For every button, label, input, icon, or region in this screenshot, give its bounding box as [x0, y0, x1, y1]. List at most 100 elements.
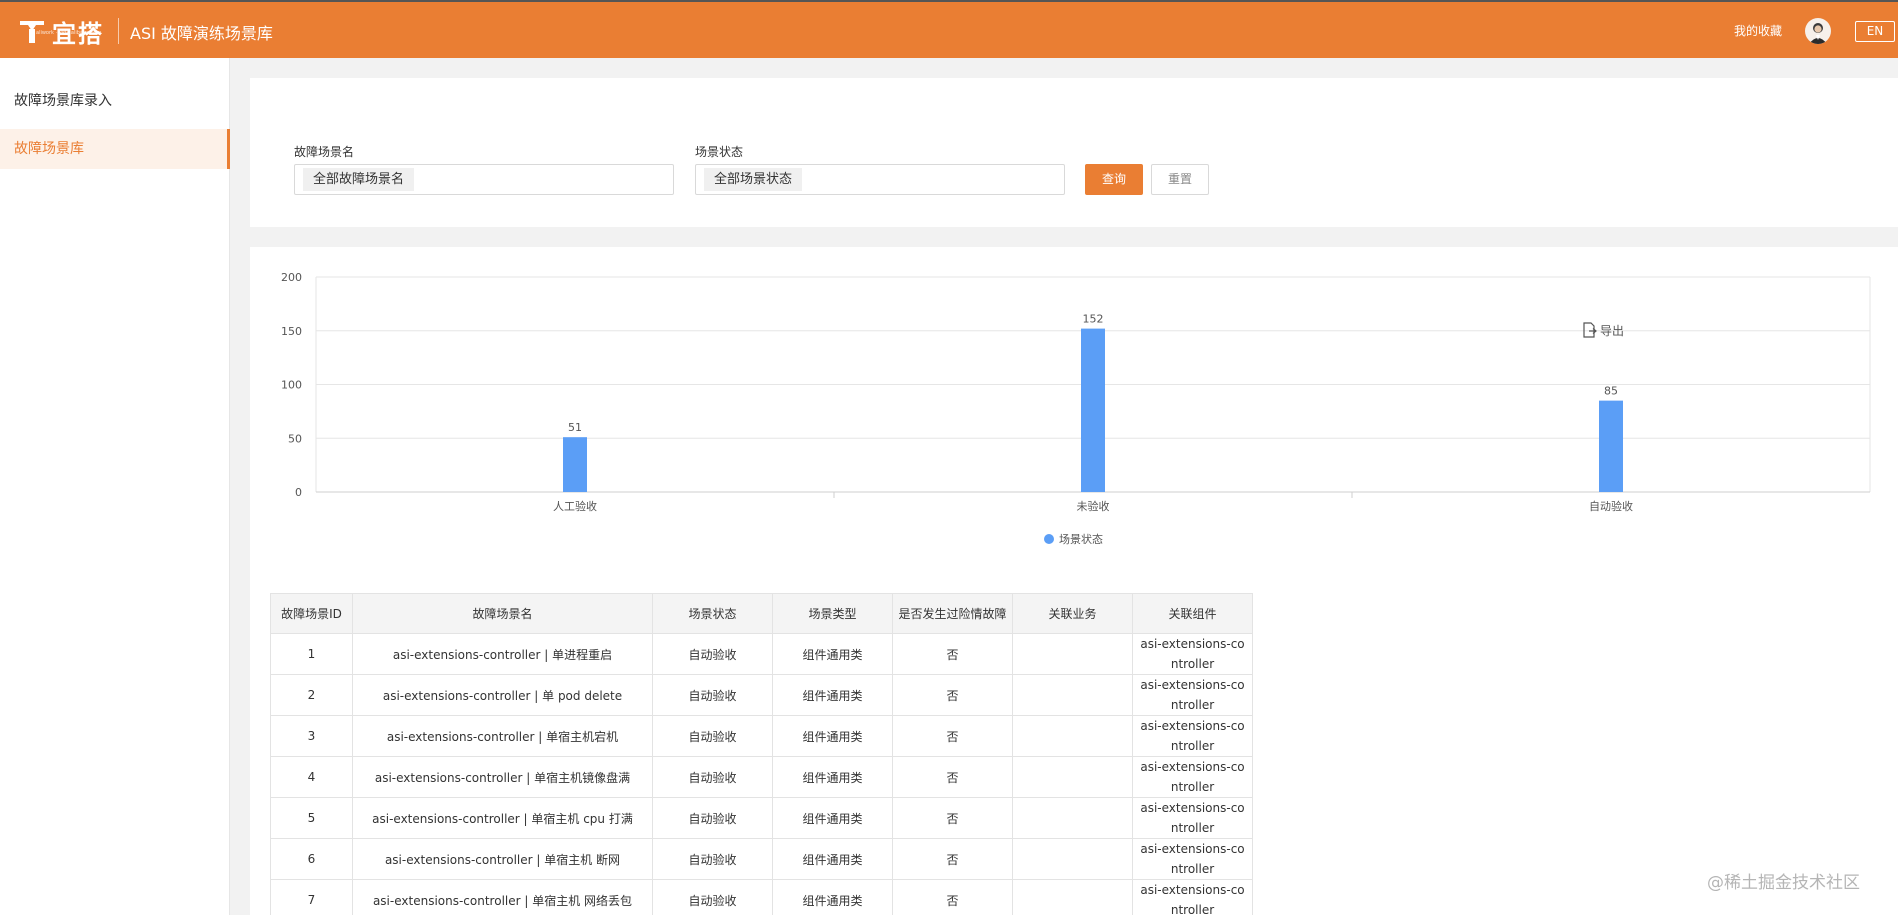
table-cell: 组件通用类	[772, 879, 893, 915]
y-tick-label: 200	[281, 271, 302, 284]
x-tick-label: 人工验收	[553, 499, 597, 513]
reset-button[interactable]: 重置	[1151, 164, 1209, 195]
sidebar-item-scene-library[interactable]: 故障场景库	[0, 129, 230, 169]
table-cell: 自动验收	[652, 756, 773, 798]
table-cell: 4	[270, 756, 353, 798]
watermark: @稀土掘金技术社区	[1707, 873, 1860, 893]
app-title[interactable]: ASI 故障演练场景库	[130, 20, 273, 44]
table-cell: asi-extensions-controller | 单进程重启	[352, 633, 653, 675]
table-cell	[1012, 633, 1133, 675]
table-cell	[1012, 715, 1133, 757]
table-cell: 自动验收	[652, 879, 773, 915]
table-cell: 否	[892, 674, 1013, 716]
table-cell: asi-extensions-controller	[1132, 797, 1253, 839]
table-row[interactable]: 5 asi-extensions-controller | 单宿主机 cpu 打满…	[270, 797, 1253, 839]
table-cell: 组件通用类	[772, 756, 893, 798]
table-cell: 否	[892, 879, 1013, 915]
y-tick-label: 150	[281, 325, 302, 338]
table-row[interactable]: 7 asi-extensions-controller | 单宿主机 网络丢包 自动…	[270, 879, 1253, 915]
bar-value-label: 85	[1604, 385, 1618, 398]
table-cell: asi-extensions-controller	[1132, 756, 1253, 798]
table-row[interactable]: 3 asi-extensions-controller | 单宿主机宕机 自动验收组…	[270, 715, 1253, 757]
table-cell: 5	[270, 797, 353, 839]
table-cell: 组件通用类	[772, 715, 893, 757]
sidebar-item-scene-entry[interactable]: 故障场景库录入	[0, 81, 230, 121]
header-divider	[118, 18, 119, 44]
table-cell: 1	[270, 633, 353, 675]
bar	[1081, 328, 1105, 492]
column-header[interactable]: 是否发生过险情故障	[892, 593, 1013, 634]
table-row[interactable]: 1 asi-extensions-controller | 单进程重启 自动验收 组件…	[270, 633, 1253, 675]
table-cell: 否	[892, 633, 1013, 675]
scene-name-label: 故障场景名	[294, 145, 355, 159]
table-row[interactable]: 2 asi-extensions-controller | 单 pod delet…	[270, 674, 1253, 716]
table-cell: 6	[270, 838, 353, 880]
table-cell: 自动验收	[652, 633, 773, 675]
user-avatar[interactable]	[1805, 18, 1831, 44]
favorites-link[interactable]: 我的收藏	[1734, 22, 1782, 39]
export-button[interactable]: 导出	[1580, 321, 1624, 339]
bar	[1599, 400, 1623, 492]
table-cell: asi-extensions-controller	[1132, 715, 1253, 757]
column-header[interactable]: 关联组件	[1132, 593, 1253, 634]
scene-status-select[interactable]: 全部场景状态	[695, 164, 1065, 195]
bar	[563, 437, 587, 492]
table-row[interactable]: 6 asi-extensions-controller | 单宿主机 断网 自动验收…	[270, 838, 1253, 880]
legend-marker	[1044, 534, 1054, 544]
table-cell: asi-extensions-controller | 单宿主机 断网	[352, 838, 653, 880]
table-cell: 自动验收	[652, 797, 773, 839]
language-toggle[interactable]: EN	[1855, 21, 1895, 42]
table-cell: 否	[892, 797, 1013, 839]
table-cell: 组件通用类	[772, 674, 893, 716]
y-tick-label: 100	[281, 379, 302, 392]
table-cell: 否	[892, 838, 1013, 880]
column-header[interactable]: 场景类型	[772, 593, 893, 634]
table-cell: 组件通用类	[772, 797, 893, 839]
table-cell	[1012, 838, 1133, 880]
table-cell: 组件通用类	[772, 633, 893, 675]
export-icon	[1583, 322, 1597, 338]
x-tick-label: 未验收	[1077, 499, 1110, 513]
y-tick-label: 0	[295, 486, 302, 499]
scene-name-select[interactable]: 全部故障场景名	[294, 164, 674, 195]
table-cell: asi-extensions-controller	[1132, 879, 1253, 915]
table-cell: asi-extensions-controller | 单宿主机镜像盘满	[352, 756, 653, 798]
table-body: 1 asi-extensions-controller | 单进程重启 自动验收 组件…	[270, 633, 1253, 915]
table-cell	[1012, 756, 1133, 798]
table-cell: 组件通用类	[772, 838, 893, 880]
scene-status-label: 场景状态	[695, 145, 744, 159]
column-header[interactable]: 关联业务	[1012, 593, 1133, 634]
table-cell: asi-extensions-controller	[1132, 838, 1253, 880]
table-cell: asi-extensions-controller | 单宿主机 网络丢包	[352, 879, 653, 915]
table-cell: 2	[270, 674, 353, 716]
scene-status-value: 全部场景状态	[704, 168, 803, 191]
table-cell: 自动验收	[652, 715, 773, 757]
table-cell: 否	[892, 715, 1013, 757]
scene-status-bar-chart: 0 50 100 150 200 51 人工验收 152 未验收 85 自动验收场景状态	[281, 271, 1871, 546]
scene-table: 故障场景ID 故障场景名 场景状态 场景类型 是否发生过险情故障 关联业务 关联组件 1 as…	[270, 593, 1253, 915]
table-cell: asi-extensions-controller | 单宿主机 cpu 打满	[352, 797, 653, 839]
scene-name-value: 全部故障场景名	[303, 168, 415, 191]
table-cell: asi-extensions-controller	[1132, 633, 1253, 675]
column-header[interactable]: 故障场景名	[352, 593, 653, 634]
table-cell	[1012, 879, 1133, 915]
export-label: 导出	[1600, 323, 1625, 338]
table-cell	[1012, 797, 1133, 839]
legend-label: 场景状态	[1059, 532, 1103, 546]
table-cell: asi-extensions-controller | 单 pod delete	[352, 674, 653, 716]
column-header[interactable]: 场景状态	[652, 593, 773, 634]
table-cell: 3	[270, 715, 353, 757]
user-avatar-icon	[1809, 23, 1827, 44]
top-bar: 宜搭 aliwork · yida.alibaba.com ASI 故障演练场景…	[0, 0, 1898, 58]
query-button[interactable]: 查询	[1085, 164, 1143, 195]
column-header[interactable]: 故障场景ID	[270, 593, 353, 634]
x-tick-label: 自动验收	[1589, 499, 1633, 513]
table-row[interactable]: 4 asi-extensions-controller | 单宿主机镜像盘满 自动验…	[270, 756, 1253, 798]
table-cell: asi-extensions-controller | 单宿主机宕机	[352, 715, 653, 757]
filter-panel: 故障场景名 全部故障场景名 场景状态 全部场景状态 查询 重置	[250, 78, 1898, 227]
table-cell: 7	[270, 879, 353, 915]
table-cell: asi-extensions-controller	[1132, 674, 1253, 716]
table-cell: 自动验收	[652, 674, 773, 716]
sidebar: 故障场景库录入 故障场景库	[0, 58, 230, 915]
y-tick-label: 50	[288, 432, 302, 445]
